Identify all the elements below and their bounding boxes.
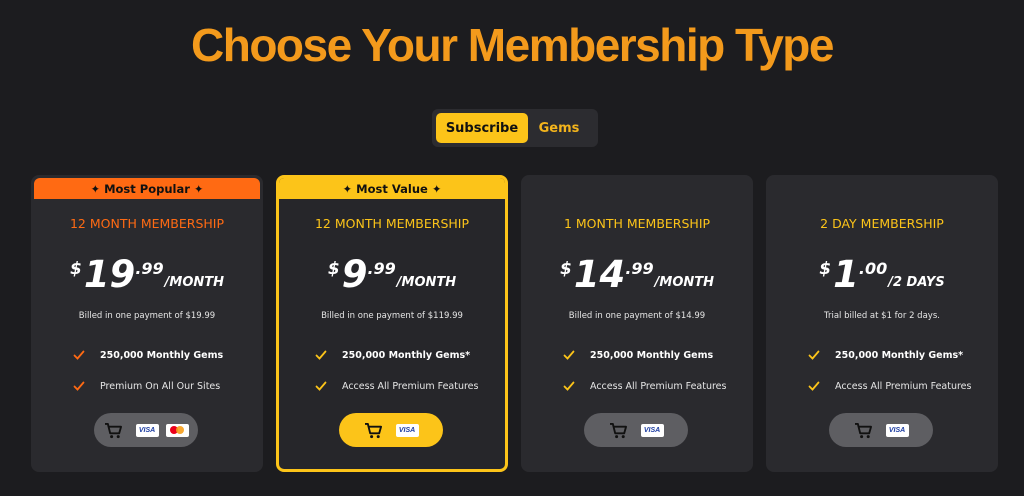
cart-icon [854,422,872,438]
feature-label: Premium On All Our Sites [100,380,221,392]
feature-label: 250,000 Monthly Gems [590,349,714,361]
price-cents: .99 [625,259,654,278]
cart-icon [364,422,382,438]
check-icon [563,381,575,391]
visa-icon: VISA [135,423,159,437]
feature-label: 250,000 Monthly Gems [100,349,224,361]
buy-button[interactable]: VISA [584,413,688,447]
plan-price: $ 9 .99 /MONTH [279,255,505,295]
plan-type-toggle: Subscribe Gems [432,109,598,147]
price-period: /2 DAYS [888,275,945,290]
plan-card-12-month-popular: ✦ Most Popular ✦ 12 MONTH MEMBERSHIP $ 1… [31,175,263,472]
price-cents: .99 [135,259,164,278]
billing-note: Billed in one payment of $14.99 [568,311,706,321]
cart-icon [609,422,627,438]
billing-note: Billed in one payment of $19.99 [78,311,216,321]
price-whole: 9 [341,253,368,296]
mastercard-icon [165,423,189,437]
check-icon [315,381,327,391]
plan-name: 1 MONTH MEMBERSHIP [563,216,711,231]
feature-item: Access All Premium Features [563,377,743,395]
billing-note: Trial billed at $1 for 2 days. [824,311,940,321]
price-currency: $ [819,259,832,279]
price-period: /MONTH [654,275,715,290]
check-icon [73,350,85,360]
feature-item: 250,000 Monthly Gems* [808,346,988,364]
price-currency: $ [327,259,340,279]
feature-label: Access All Premium Features [835,380,972,392]
tab-gems[interactable]: Gems [528,113,590,143]
price-whole: 19 [83,253,136,296]
tab-subscribe[interactable]: Subscribe [436,113,528,143]
check-icon [563,350,575,360]
check-icon [808,381,820,391]
feature-label: Access All Premium Features [590,380,727,392]
visa-icon: VISA [395,423,419,437]
price-currency: $ [559,259,572,279]
visa-icon: VISA [885,423,909,437]
feature-item: Access All Premium Features [808,377,988,395]
plan-price: $ 1 .00 /2 DAYS [766,255,998,295]
plan-price: $ 14 .99 /MONTH [521,255,753,295]
feature-label: 250,000 Monthly Gems* [835,349,964,361]
plan-card-1-month: 1 MONTH MEMBERSHIP $ 14 .99 /MONTH Bille… [521,175,753,472]
plan-name: 12 MONTH MEMBERSHIP [69,216,225,231]
plan-card-12-month-value: ✦ Most Value ✦ 12 MONTH MEMBERSHIP $ 9 .… [276,175,508,472]
check-icon [808,350,820,360]
plan-name: 12 MONTH MEMBERSHIP [314,216,470,231]
feature-item: Premium On All Our Sites [73,377,253,395]
membership-page: Choose Your Membership Type Subscribe Ge… [0,0,1024,496]
price-cents: .00 [858,259,888,278]
price-period: /MONTH [164,275,225,290]
feature-item: 250,000 Monthly Gems* [315,346,495,364]
page-title: Choose Your Membership Type [191,19,834,71]
feature-label: 250,000 Monthly Gems* [342,349,471,361]
buy-button[interactable]: VISA [339,413,443,447]
buy-button[interactable]: VISA [94,413,198,447]
most-popular-ribbon: ✦ Most Popular ✦ [34,178,260,199]
feature-item: 250,000 Monthly Gems [563,346,743,364]
plan-price: $ 19 .99 /MONTH [31,255,263,295]
check-icon [315,350,327,360]
most-value-ribbon: ✦ Most Value ✦ [279,178,505,199]
price-period: /MONTH [396,275,457,290]
price-whole: 14 [573,253,626,296]
cart-icon [104,422,122,438]
buy-button[interactable]: VISA [829,413,933,447]
feature-item: Access All Premium Features [315,377,495,395]
visa-icon: VISA [640,423,664,437]
feature-item: 250,000 Monthly Gems [73,346,253,364]
billing-note: Billed in one payment of $119.99 [321,311,463,321]
plan-name: 2 DAY MEMBERSHIP [820,216,944,231]
price-currency: $ [69,259,82,279]
price-whole: 1 [833,253,859,296]
feature-label: Access All Premium Features [342,380,479,392]
plan-card-2-day: 2 DAY MEMBERSHIP $ 1 .00 /2 DAYS Trial b… [766,175,998,472]
check-icon [73,381,85,391]
price-cents: .99 [367,259,396,278]
